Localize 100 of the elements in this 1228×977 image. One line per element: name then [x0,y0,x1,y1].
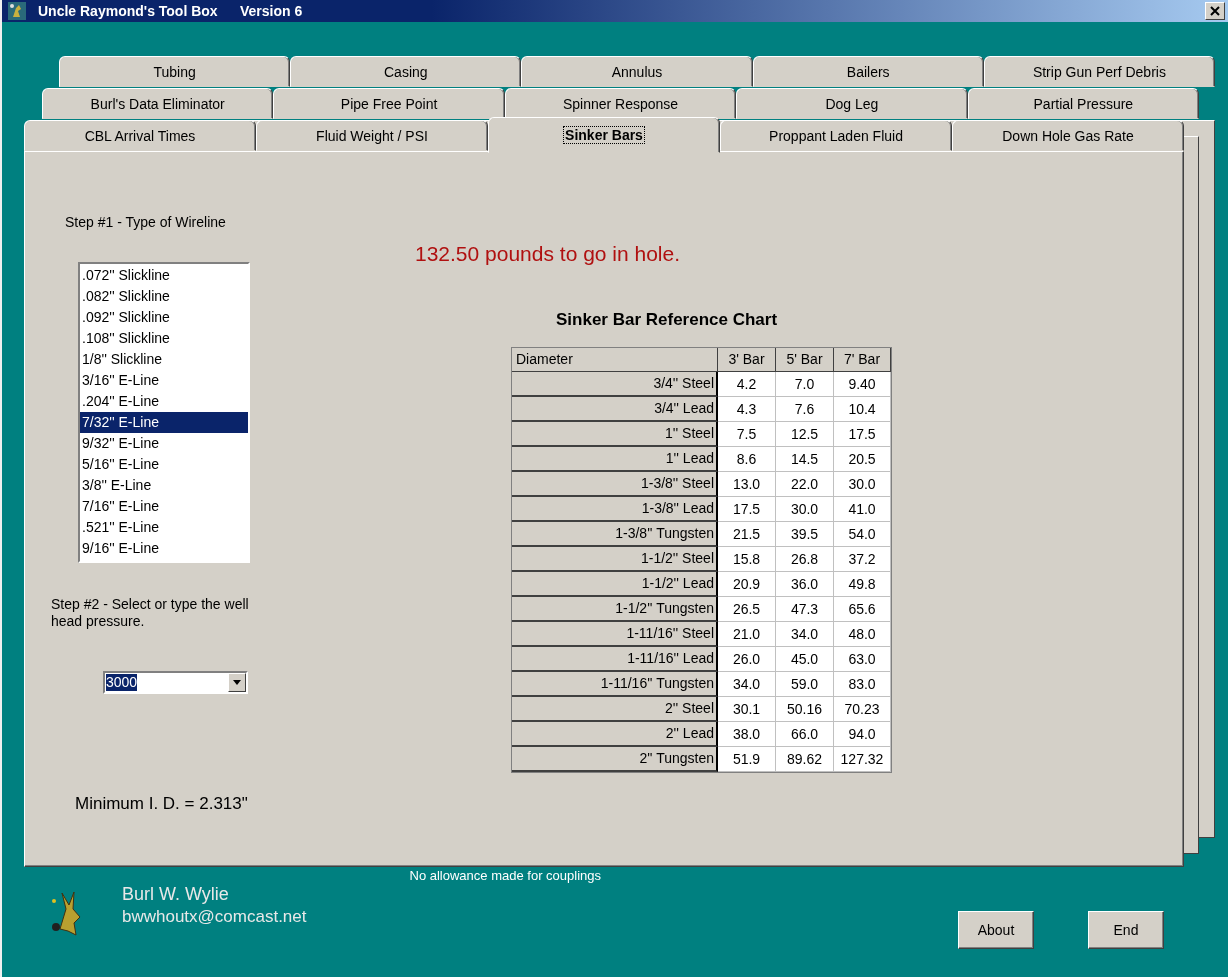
table-cell: 83.0 [834,672,891,697]
list-item[interactable]: .108'' Slickline [80,327,248,349]
row-header: 1-11/16'' Steel [512,622,718,647]
list-item[interactable]: 7/16'' E-Line [80,495,248,517]
list-item[interactable]: 9/32'' E-Line [80,432,248,454]
row-header: 1-3/8'' Lead [512,497,718,522]
tab[interactable]: CBL Arrival Times [24,120,256,151]
list-item[interactable]: .092'' Slickline [80,306,248,328]
tab[interactable]: Tubing [59,56,291,87]
table-cell: 22.0 [776,472,834,497]
table-cell: 41.0 [834,497,891,522]
column-header: 3' Bar [718,348,776,372]
chart-title: Sinker Bar Reference Chart [556,310,779,330]
list-item[interactable]: 3/16'' E-Line [80,369,248,391]
list-item[interactable]: .204'' E-Line [80,390,248,412]
row-header: 1-1/2'' Steel [512,547,718,572]
table-cell: 38.0 [718,722,776,747]
column-header: 5' Bar [776,348,834,372]
table-cell: 51.9 [718,747,776,772]
row-header: 1-1/2'' Tungsten [512,597,718,622]
table-cell: 17.5 [834,422,891,447]
step-two-label: Step #2 - Select or type the well head pressure. [51,595,250,630]
table-cell: 4.3 [718,397,776,422]
result-text: 132.50 pounds to go in hole. [415,242,682,266]
column-header: 7' Bar [834,348,891,372]
row-header: 1-1/2'' Lead [512,572,718,597]
tab[interactable]: Bailers [752,56,984,87]
row-header: 3/4'' Lead [512,397,718,422]
tab[interactable]: Pipe Free Point [273,88,505,119]
table-cell: 66.0 [776,722,834,747]
window-title: Uncle Raymond's Tool Box [38,3,219,19]
caret-icon [233,680,241,686]
author-email: bwwhoutx@comcast.net [122,906,307,929]
list-item[interactable]: 5/16'' E-Line [80,453,248,475]
row-header: 1'' Steel [512,422,718,447]
author-name: Burl W. Wylie [122,883,230,906]
list-item[interactable]: 7/32'' E-Line [80,411,248,433]
table-cell: 48.0 [834,622,891,647]
row-header: 2'' Lead [512,722,718,747]
footer-button[interactable]: End [1088,911,1164,949]
table-cell: 59.0 [776,672,834,697]
table-cell: 7.0 [776,372,834,397]
row-header: 1-11/16'' Lead [512,647,718,672]
table-cell: 8.6 [718,447,776,472]
tab[interactable]: Strip Gun Perf Debris [983,56,1215,87]
couplings-note: No allowance made for couplings [409,868,601,885]
table-cell: 39.5 [776,522,834,547]
close-button[interactable] [1205,2,1225,20]
table-cell: 65.6 [834,597,891,622]
pressure-combo[interactable]: 3000 [103,671,248,695]
list-item[interactable]: .072'' Slickline [80,264,248,286]
tab[interactable]: Spinner Response [504,88,737,119]
tab[interactable]: Fluid Weight / PSI [256,120,488,151]
list-item[interactable]: .521'' E-Line [80,516,248,538]
tab[interactable]: Down Hole Gas Rate [952,120,1184,151]
table-cell: 26.0 [718,647,776,672]
table-cell: 21.0 [718,622,776,647]
tab[interactable]: Burl's Data Eliminator [42,88,274,119]
table-cell: 127.32 [834,747,891,772]
dropdown-button[interactable] [228,673,246,693]
row-header: 1-3/8'' Tungsten [512,522,718,547]
table-cell: 7.6 [776,397,834,422]
tab[interactable]: Annulus [521,56,753,87]
table-cell: 15.8 [718,547,776,572]
row-header: 2'' Tungsten [512,747,718,772]
table-cell: 26.5 [718,597,776,622]
table-cell: 37.2 [834,547,891,572]
list-item[interactable]: .082'' Slickline [80,285,248,307]
app-icon [8,2,26,20]
table-cell: 54.0 [834,522,891,547]
table-cell: 30.0 [834,472,891,497]
footer-button[interactable]: About [958,911,1034,949]
table-cell: 94.0 [834,722,891,747]
row-header: 1'' Lead [512,447,718,472]
table-cell: 49.8 [834,572,891,597]
tab[interactable]: Partial Pressure [967,88,1200,119]
minimum-id-text: Minimum I. D. = 2.313" [75,794,249,815]
row-header: 1-3/8'' Steel [512,472,718,497]
table-cell: 9.40 [834,372,891,397]
table-cell: 36.0 [776,572,834,597]
table-cell: 50.16 [776,697,834,722]
table-cell: 14.5 [776,447,834,472]
tab[interactable]: Casing [290,56,522,87]
table-cell: 63.0 [834,647,891,672]
step-one-label: Step #1 - Type of Wireline [65,214,227,231]
table-cell: 30.0 [776,497,834,522]
tab[interactable]: Proppant Laden Fluid [720,120,952,151]
list-item[interactable]: 9/16'' E-Line [80,537,248,559]
table-cell: 21.5 [718,522,776,547]
table-cell: 20.5 [834,447,891,472]
table-cell: 30.1 [718,697,776,722]
table-cell: 34.0 [718,672,776,697]
tab[interactable]: Dog Leg [736,88,968,119]
wireline-list[interactable] [78,261,250,563]
table-cell: 70.23 [834,697,891,722]
table-cell: 12.5 [776,422,834,447]
list-item[interactable]: 1/8'' Slickline [80,348,248,370]
tab[interactable]: Sinker Bars [488,117,720,153]
list-item[interactable]: 3/8'' E-Line [80,474,248,496]
table-cell: 4.2 [718,372,776,397]
